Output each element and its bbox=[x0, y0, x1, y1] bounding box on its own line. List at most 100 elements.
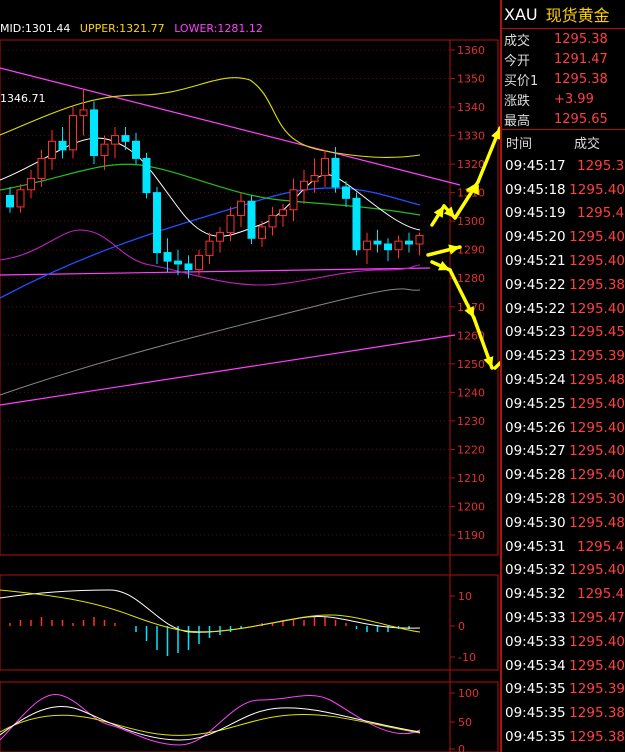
mid-value: MID:1301.44 bbox=[0, 22, 71, 35]
trade-price: 1295.40 bbox=[569, 657, 625, 674]
trade-price: 1295.40 bbox=[569, 633, 625, 650]
trade-row: 09:45:23 1295.39 bbox=[502, 344, 625, 368]
trade-row: 09:45:35 1295.38 bbox=[502, 725, 625, 749]
kdj-tick-label: 100 bbox=[458, 687, 479, 700]
candle-body bbox=[174, 260, 182, 265]
trade-time: 09:45:23 bbox=[505, 348, 566, 365]
trade-row: 09:45:32 1295.40 bbox=[502, 559, 625, 583]
trade-time: 09:45:24 bbox=[505, 372, 566, 389]
quote-value: 1295.38 bbox=[554, 31, 608, 47]
trade-price: 1295.40 bbox=[569, 562, 625, 579]
macd-panel-frame bbox=[0, 574, 499, 671]
trade-time: 09:45:35 bbox=[505, 705, 566, 722]
trade-row: 09:45:17 1295.3 bbox=[502, 154, 625, 178]
trade-time: 09:45:20 bbox=[505, 229, 566, 246]
kdj-panel-frame bbox=[0, 681, 499, 752]
y-tick-label: 1230 bbox=[457, 415, 485, 428]
quote-rows: 成交 1295.38 今开 1291.47 买价1 1295.38 涨跌 +3.99 最高 129… bbox=[502, 29, 625, 129]
candle-body bbox=[58, 140, 67, 151]
candle-body bbox=[195, 254, 203, 271]
candle-body bbox=[184, 263, 193, 271]
candle-body bbox=[132, 140, 140, 159]
candle-body bbox=[216, 232, 224, 242]
lower-value: LOWER:1281.12 bbox=[174, 22, 263, 35]
macd-tick-label: 0 bbox=[458, 620, 465, 633]
quote-row: 成交 1295.38 bbox=[502, 29, 625, 49]
candle-body bbox=[6, 195, 14, 208]
trade-price: 1295.48 bbox=[569, 514, 625, 531]
candle-body bbox=[268, 214, 277, 228]
support-line bbox=[0, 267, 431, 276]
quote-label: 今开 bbox=[504, 53, 531, 69]
candle-body bbox=[205, 240, 214, 256]
trade-time: 09:45:26 bbox=[505, 419, 566, 436]
trade-price: 1295.40 bbox=[569, 395, 625, 412]
trade-row: 09:45:18 1295.40 bbox=[502, 178, 625, 202]
candle-body bbox=[142, 157, 151, 194]
candle-body bbox=[69, 115, 77, 151]
quote-value: 1291.47 bbox=[554, 51, 608, 67]
candle-body bbox=[258, 226, 266, 239]
candle-body bbox=[394, 240, 403, 251]
trade-time: 09:45:27 bbox=[505, 443, 566, 460]
rising-trendline bbox=[0, 334, 456, 406]
y-tick-label: 1250 bbox=[457, 358, 485, 371]
macd-tick-label: -10 bbox=[458, 651, 476, 664]
kdj-k-line bbox=[0, 706, 421, 741]
trade-time: 09:45:23 bbox=[505, 324, 566, 341]
candle-body bbox=[90, 109, 98, 157]
y-tick-label: 1190 bbox=[457, 529, 485, 542]
quote-label: 最高 bbox=[504, 113, 531, 129]
trade-price: 1295.4 bbox=[577, 538, 625, 555]
y-tick-label: 1210 bbox=[457, 472, 485, 485]
kdj-j-line bbox=[0, 694, 421, 746]
trade-row: 09:45:28 1295.30 bbox=[502, 487, 625, 511]
trade-time: 09:45:34 bbox=[505, 657, 566, 674]
quote-value: 1295.65 bbox=[554, 111, 608, 127]
candle-body bbox=[237, 200, 245, 216]
candle-body bbox=[300, 180, 308, 191]
trade-price: 1295.45 bbox=[569, 324, 625, 341]
candle-body bbox=[153, 192, 161, 254]
trade-price: 1295.47 bbox=[569, 610, 625, 627]
trade-time: 09:45:18 bbox=[505, 181, 566, 198]
quote-row: 今开 1291.47 bbox=[502, 49, 625, 69]
kdj-d-line bbox=[0, 714, 421, 736]
macd-tick-label: 10 bbox=[458, 590, 472, 603]
trade-price: 1295.38 bbox=[569, 276, 625, 293]
trade-row: 09:45:23 1295.45 bbox=[502, 321, 625, 345]
y-tick-label: 1350 bbox=[457, 73, 485, 86]
trade-row: 09:45:24 1295.48 bbox=[502, 368, 625, 392]
trade-row: 09:45:30 1295.48 bbox=[502, 511, 625, 535]
candle-body bbox=[331, 157, 340, 188]
quote-title: XAU 现货黄金 bbox=[502, 0, 625, 29]
candle-body bbox=[321, 157, 329, 177]
y-tick-label: 1240 bbox=[457, 386, 485, 399]
kdj-tick-label: 0 bbox=[458, 743, 465, 752]
trade-price: 1295.4 bbox=[577, 205, 625, 222]
trade-row: 09:45:28 1295.40 bbox=[502, 463, 625, 487]
trades-list[interactable]: 09:45:17 1295.3 09:45:18 1295.40 09:45:19 129… bbox=[502, 154, 625, 749]
candle-body bbox=[27, 177, 35, 191]
candle-body bbox=[415, 234, 424, 245]
candle-body bbox=[163, 252, 172, 262]
trade-time: 09:45:32 bbox=[505, 562, 566, 579]
trade-price: 1295.40 bbox=[569, 443, 625, 460]
quote-label: 成交 bbox=[504, 33, 531, 49]
trade-price: 1295.39 bbox=[569, 681, 625, 698]
y-tick-label: 1320 bbox=[457, 158, 485, 171]
trade-row: 09:45:22 1295.40 bbox=[502, 297, 625, 321]
trade-row: 09:45:32 1295.4 bbox=[502, 582, 625, 606]
candle-body bbox=[100, 143, 109, 157]
candle-body bbox=[373, 240, 382, 245]
candle-body bbox=[79, 109, 88, 117]
trade-time: 09:45:32 bbox=[505, 586, 566, 603]
trade-row: 09:45:35 1295.38 bbox=[502, 701, 625, 725]
trade-price: 1295.40 bbox=[569, 467, 625, 484]
y-tick-label: 1340 bbox=[457, 101, 485, 114]
quote-panel: XAU 现货黄金 成交 1295.38 今开 1291.47 买价1 1295.38 涨跌 +… bbox=[500, 0, 625, 752]
trade-time: 09:45:31 bbox=[505, 538, 566, 555]
trade-time: 09:45:17 bbox=[505, 157, 566, 174]
quote-row: 买价1 1295.38 bbox=[502, 69, 625, 89]
chart-area[interactable]: 1360135013401330132013101300129012801270… bbox=[0, 0, 584, 752]
